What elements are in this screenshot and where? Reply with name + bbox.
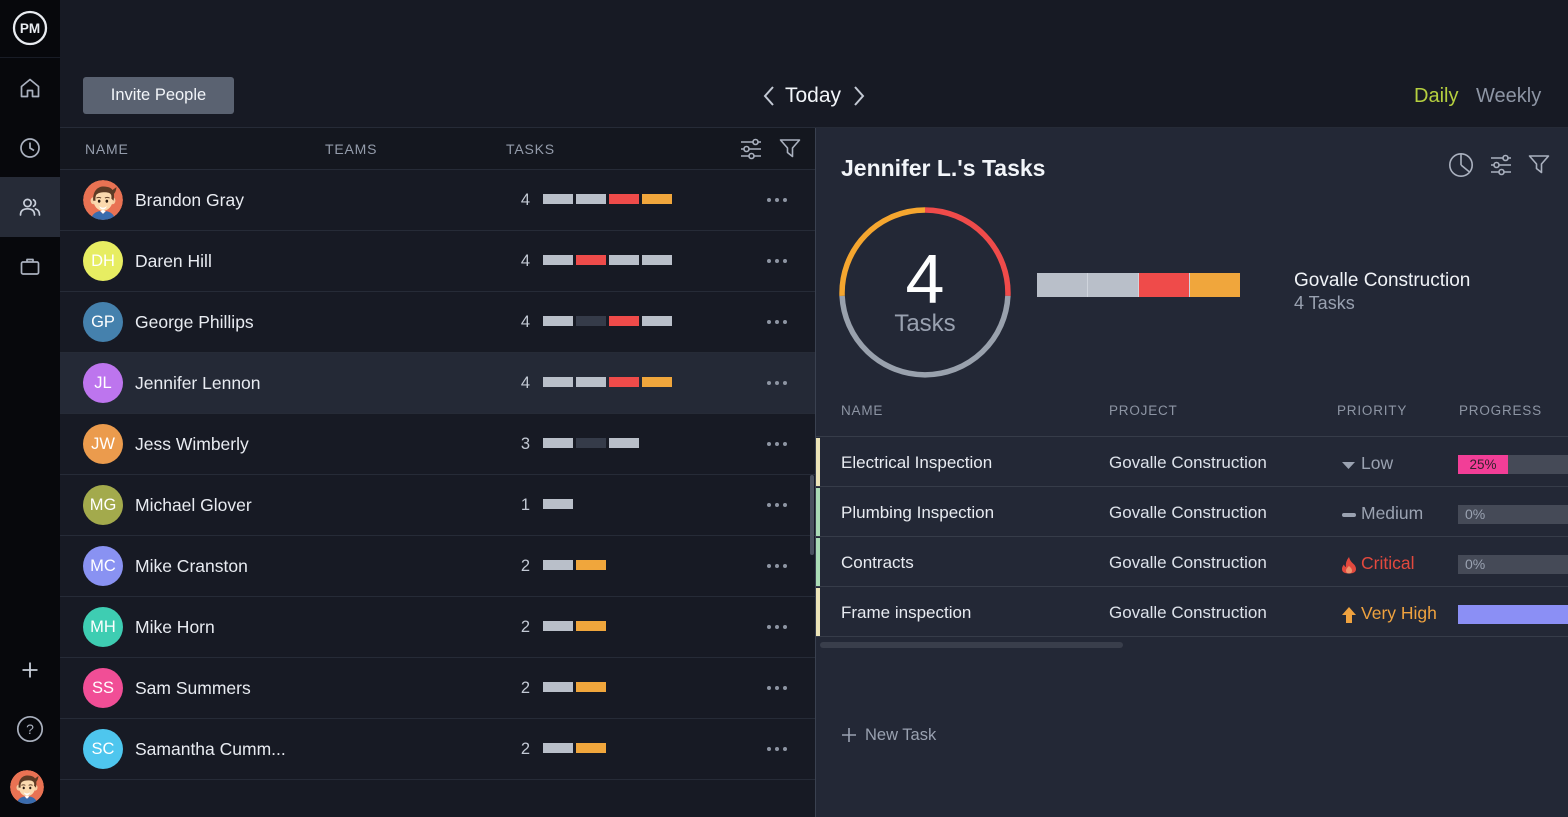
svg-text:?: ? xyxy=(26,721,34,737)
svg-text:PM: PM xyxy=(20,21,40,36)
